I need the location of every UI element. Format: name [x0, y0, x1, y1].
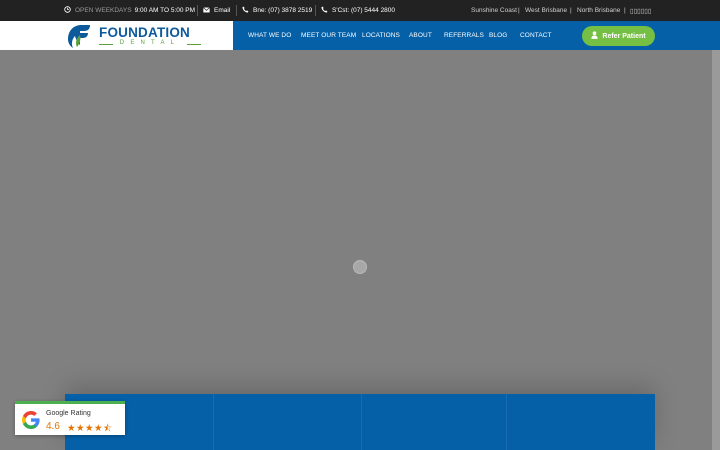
google-g-icon	[22, 411, 40, 429]
phone-scst-label: S'Cst: (07) 5444 2800	[332, 7, 396, 14]
envelope-icon	[203, 6, 210, 15]
nav-item-meet-our-team[interactable]: MEET OUR TEAM	[301, 21, 356, 50]
top-info-bar: OPEN WEEKDAYS 9:00 AM TO 5:00 PM Email B…	[0, 0, 720, 21]
services-panel	[65, 394, 655, 450]
phone-icon	[242, 6, 249, 15]
location-link-west-brisbane[interactable]: West Brisbane	[525, 0, 567, 21]
email-link[interactable]: Email	[203, 0, 230, 21]
pipe-divider: |	[518, 7, 520, 14]
location-link-north-brisbane[interactable]: North Brisbane	[577, 0, 620, 21]
hours-value: 9:00 AM TO 5:00 PM	[134, 7, 196, 14]
nav-item-locations[interactable]: LOCATIONS	[362, 21, 400, 50]
nav-item-about[interactable]: ABOUT	[409, 21, 432, 50]
refer-patient-button[interactable]: Refer Patient	[582, 26, 655, 46]
language-selector[interactable]: ▯▯▯▯▯▯	[630, 0, 651, 21]
loading-spinner-icon	[353, 260, 367, 274]
location-label: North Brisbane	[577, 7, 621, 14]
panel-column-divider	[213, 394, 214, 450]
opening-hours: OPEN WEEKDAYS 9:00 AM TO 5:00 PM	[64, 0, 195, 21]
language-label: ▯▯▯▯▯▯	[630, 7, 652, 15]
nav-item-referrals[interactable]: REFERRALS	[444, 21, 484, 50]
panel-column-divider	[361, 394, 362, 450]
logo-subtitle: DENTAL	[99, 40, 201, 46]
logo-wordmark: FOUNDATION	[99, 25, 190, 40]
divider	[236, 5, 237, 16]
phone-bne-label: Bne: (07) 3878 2519	[253, 7, 313, 14]
location-label: Sunshine Coast	[471, 7, 517, 14]
scrollbar[interactable]	[712, 50, 720, 450]
hours-prefix: OPEN WEEKDAYS	[75, 7, 132, 14]
location-label: West Brisbane	[525, 7, 568, 14]
rating-label: Google Rating	[46, 410, 91, 417]
nav-item-blog[interactable]: BLOG	[489, 21, 507, 50]
logo-mark-icon	[68, 25, 90, 48]
rating-score: 4.6	[46, 421, 60, 432]
nav-item-contact[interactable]: CONTACT	[520, 21, 552, 50]
clock-icon	[64, 6, 71, 15]
divider	[315, 5, 316, 16]
phone-icon	[321, 6, 328, 15]
pipe-divider: |	[570, 7, 572, 14]
panel-column-divider	[506, 394, 507, 450]
hero-overlay	[0, 50, 712, 450]
logo[interactable]: FOUNDATION DENTAL	[66, 23, 206, 49]
divider	[197, 5, 198, 16]
pipe-divider: |	[624, 7, 626, 14]
google-rating-badge[interactable]: Google Rating 4.6 ★★★★⯪	[15, 401, 125, 435]
refer-patient-label: Refer Patient	[602, 32, 646, 40]
location-link-sunshine-coast[interactable]: Sunshine Coast	[471, 0, 517, 21]
phone-sunshine-coast-link[interactable]: S'Cst: (07) 5444 2800	[321, 0, 395, 21]
nav-item-what-we-do[interactable]: WHAT WE DO	[248, 21, 291, 50]
phone-brisbane-link[interactable]: Bne: (07) 3878 2519	[242, 0, 312, 21]
rating-stars: ★★★★⯪	[67, 423, 113, 434]
user-icon	[591, 31, 599, 41]
email-label: Email	[214, 7, 231, 14]
